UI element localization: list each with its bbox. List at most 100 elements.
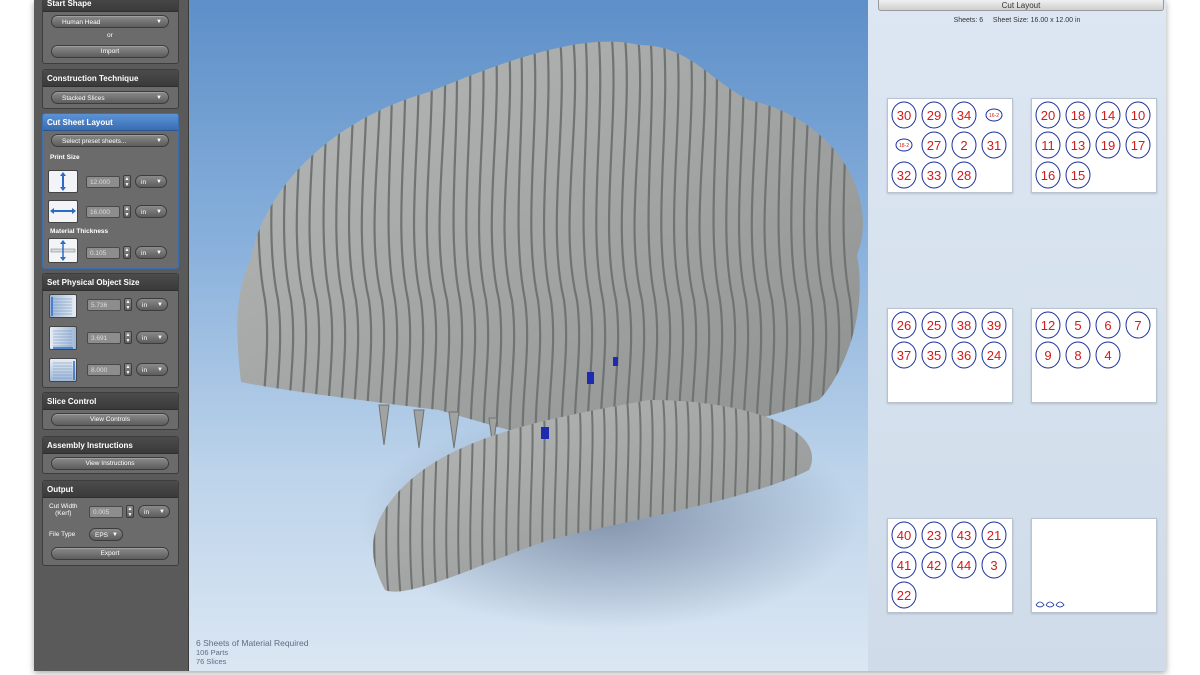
- sheet-width-stepper[interactable]: ▲ ▼: [123, 205, 131, 218]
- material-thickness-unit-select[interactable]: in ▼: [135, 246, 167, 259]
- 3d-viewport[interactable]: 6 Sheets of Material Required 106 Parts …: [189, 0, 868, 671]
- object-dim1-unit-select[interactable]: in ▼: [136, 298, 168, 311]
- cut-part-number: 24: [987, 348, 1001, 363]
- construction-technique-select[interactable]: Stacked Slices ▼: [51, 91, 169, 104]
- file-type-select[interactable]: EPS ▼: [89, 528, 123, 541]
- chevron-down-icon: ▼: [157, 367, 163, 373]
- object-dim1-input[interactable]: 5.736: [87, 299, 121, 311]
- sheet-height-stepper[interactable]: ▲ ▼: [123, 175, 131, 188]
- cut-width-label: Cut Width (Kerf): [49, 503, 78, 517]
- object-dim2-stepper[interactable]: ▲ ▼: [124, 331, 132, 344]
- object-dim2-input[interactable]: 3.691: [87, 332, 121, 344]
- app-window: Start Shape Human Head ▼ or Import Const…: [34, 0, 1166, 671]
- cut-part-number: 17: [1131, 138, 1145, 153]
- chevron-down-icon: ▼: [112, 532, 118, 538]
- cut-part-number: 8: [1074, 348, 1081, 363]
- preset-sheets-placeholder: Select preset sheets...: [62, 138, 127, 145]
- cut-part-number: 2: [960, 138, 967, 153]
- sheet-height-input[interactable]: 12.000: [86, 176, 120, 188]
- object-dim3-stepper[interactable]: ▲ ▼: [124, 363, 132, 376]
- or-label: or: [107, 32, 113, 39]
- sheet-height-unit-select[interactable]: in ▼: [135, 175, 167, 188]
- cut-part: 26: [891, 311, 917, 339]
- parts-count-text: 106 Parts: [196, 648, 229, 657]
- material-thickness-input[interactable]: 0.105: [86, 247, 120, 259]
- import-button[interactable]: Import: [51, 45, 169, 58]
- cut-part: 35: [921, 341, 947, 369]
- assembly-instructions-section: Assembly Instructions View Instructions: [42, 436, 179, 474]
- start-shape-section: Start Shape Human Head ▼ or Import: [42, 0, 179, 64]
- cut-layout-tab[interactable]: Cut Layout: [878, 0, 1164, 11]
- cut-part: 6: [1095, 311, 1121, 339]
- object-dim3-input[interactable]: 8.000: [87, 364, 121, 376]
- cut-part: [1035, 601, 1045, 608]
- unit-value: in: [141, 209, 147, 216]
- cut-sheet[interactable]: 12 5 6 7 9 8 4: [1031, 308, 1157, 403]
- slice-control-section: Slice Control View Controls: [42, 392, 179, 430]
- cut-part: 10: [1125, 101, 1151, 129]
- cut-part: 31: [981, 131, 1007, 159]
- cut-part-number: 31: [987, 138, 1001, 153]
- object-dim2-unit-select[interactable]: in ▼: [136, 331, 168, 344]
- model-stats: 6 Sheets of Material Required 106 Parts …: [196, 639, 308, 667]
- cut-part: 7: [1125, 311, 1151, 339]
- cut-part-number: 23: [927, 528, 941, 543]
- export-button[interactable]: Export: [51, 547, 169, 560]
- cut-part: 39: [981, 311, 1007, 339]
- start-shape-value: Human Head: [62, 19, 101, 26]
- cut-sheet[interactable]: 30 29 34 16-2 18-2 27 2 31 32 33 28: [887, 98, 1013, 193]
- cut-part: 16: [1035, 161, 1061, 189]
- cut-part: 16-2: [985, 108, 1003, 122]
- cut-sheet[interactable]: 20 18 14 10 11 13 19 17 16 15: [1031, 98, 1157, 193]
- cut-part: 15: [1065, 161, 1091, 189]
- cut-part: 12: [1035, 311, 1061, 339]
- cut-part: 2: [951, 131, 977, 159]
- sheet-width-input[interactable]: 16.000: [86, 206, 120, 218]
- cut-sheet[interactable]: [1031, 518, 1157, 613]
- unit-value: in: [142, 302, 148, 309]
- unit-value: in: [142, 367, 148, 374]
- cut-part: 21: [981, 521, 1007, 549]
- cut-width-input[interactable]: 0.005: [89, 506, 123, 518]
- preset-sheets-select[interactable]: Select preset sheets... ▼: [51, 134, 169, 147]
- cut-part-number: 44: [957, 558, 971, 573]
- material-thickness-stepper[interactable]: ▲ ▼: [123, 246, 131, 259]
- cut-part: 19: [1095, 131, 1121, 159]
- slice-width-icon: [49, 326, 77, 350]
- chevron-down-icon: ▼: [157, 302, 163, 308]
- cut-part: 37: [891, 341, 917, 369]
- view-instructions-button[interactable]: View Instructions: [51, 457, 169, 470]
- output-header: Output: [43, 481, 178, 498]
- cut-part-number: 19: [1101, 138, 1115, 153]
- slice-depth-icon: [49, 294, 77, 318]
- cut-width-unit-select[interactable]: in ▼: [138, 505, 170, 518]
- cut-sheet[interactable]: 40 23 43 21 41 42 44 3 22: [887, 518, 1013, 613]
- cut-part-number: 10: [1131, 108, 1145, 123]
- cut-part: 20: [1035, 101, 1061, 129]
- view-controls-button[interactable]: View Controls: [51, 413, 169, 426]
- material-thickness-icon: [48, 238, 78, 263]
- start-shape-select[interactable]: Human Head ▼: [51, 15, 169, 28]
- cut-width-stepper[interactable]: ▲ ▼: [126, 505, 134, 518]
- cut-part: 27: [921, 131, 947, 159]
- cut-part: 9: [1035, 341, 1061, 369]
- object-dim3-unit-select[interactable]: in ▼: [136, 363, 168, 376]
- cut-part: 5: [1065, 311, 1091, 339]
- cut-part-number: 36: [957, 348, 971, 363]
- assembly-instructions-header: Assembly Instructions: [43, 437, 178, 454]
- cut-part-number: 32: [897, 168, 911, 183]
- cut-part-number: 22: [897, 588, 911, 603]
- cut-part: 33: [921, 161, 947, 189]
- construction-technique-header: Construction Technique: [43, 70, 178, 87]
- output-section: Output Cut Width (Kerf) 0.005 ▲ ▼ in ▼ Fil…: [42, 480, 179, 566]
- sheet-width-unit-select[interactable]: in ▼: [135, 205, 167, 218]
- cut-part-number: 35: [927, 348, 941, 363]
- cut-part-number: 18: [1071, 108, 1085, 123]
- construction-technique-section: Construction Technique Stacked Slices ▼: [42, 69, 179, 109]
- cut-sheet[interactable]: 26 25 38 39 37 35 36 24: [887, 308, 1013, 403]
- cut-part: 23: [921, 521, 947, 549]
- cut-part-number: 28: [957, 168, 971, 183]
- object-dim1-stepper[interactable]: ▲ ▼: [124, 298, 132, 311]
- chevron-down-icon: ▼: [156, 179, 162, 185]
- sheet-height-icon: [48, 170, 78, 193]
